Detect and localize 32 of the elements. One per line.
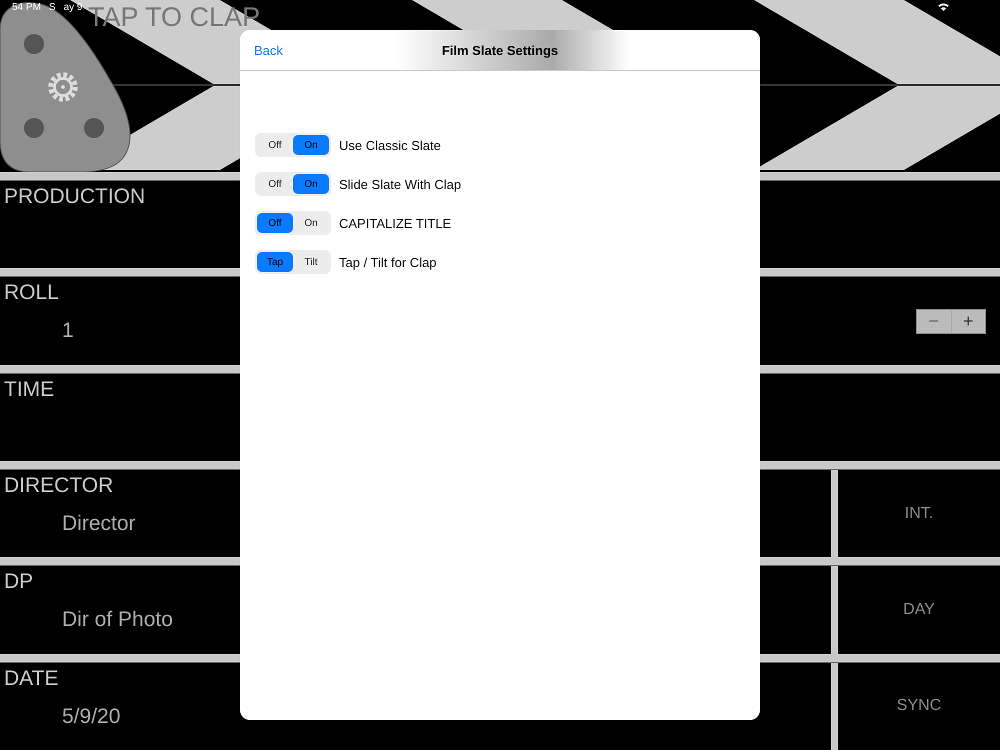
field-label: TIME	[4, 376, 54, 402]
status-time: 54 PM	[12, 2, 41, 13]
segment-option[interactable]: Off	[257, 213, 293, 233]
segment-option[interactable]: Tap	[257, 252, 293, 272]
increment-button[interactable]: +	[952, 310, 985, 334]
field-label: ROLL	[4, 280, 59, 306]
segment-option[interactable]: Tilt	[293, 252, 329, 272]
segment-option[interactable]: On	[293, 174, 329, 194]
back-button[interactable]: Back	[254, 42, 283, 58]
scene-tag[interactable]: INT.	[838, 470, 1000, 558]
field-label: PRODUCTION	[4, 184, 146, 209]
field-value[interactable]: Director	[62, 512, 136, 536]
segment-option[interactable]: Off	[257, 174, 293, 194]
setting-label: Use Classic Slate	[339, 138, 441, 152]
field-label: DATE	[4, 666, 58, 691]
field-label: DP	[4, 569, 34, 594]
wifi-icon	[938, 3, 949, 11]
setting-label: Tap / Tilt for Clap	[339, 254, 437, 270]
scene-tag[interactable]: SYNC	[838, 662, 1000, 750]
setting-label: Slide Slate With Clap	[339, 176, 462, 192]
status-date: ay 9	[64, 2, 82, 13]
field-value[interactable]: 5/9/20	[62, 704, 120, 729]
field-label: DIRECTOR	[4, 472, 114, 498]
segment-option[interactable]: Off	[257, 135, 293, 155]
decrement-button[interactable]: −	[917, 310, 952, 334]
segment-option[interactable]: On	[293, 213, 329, 233]
segment-option[interactable]: On	[293, 135, 329, 155]
field-value[interactable]: Dir of Photo	[62, 608, 173, 632]
panel-title: Film Slate Settings	[442, 42, 558, 58]
scene-tag[interactable]: DAY	[838, 566, 1000, 654]
field-value[interactable]: 1	[62, 319, 74, 344]
setting-label: CAPITALIZE TITLE	[339, 216, 452, 230]
